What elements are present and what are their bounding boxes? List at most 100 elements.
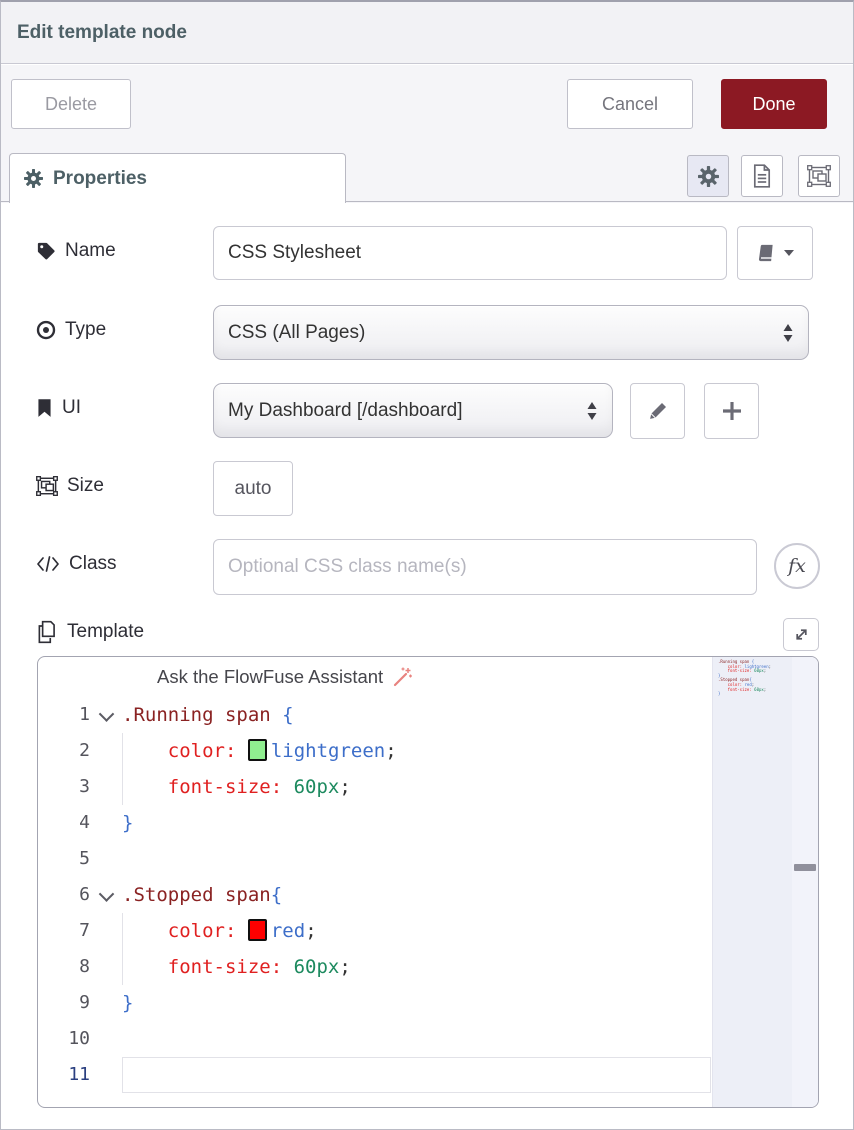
editor-scrollbar[interactable] [792, 657, 818, 1107]
tab-row: Properties [1, 148, 853, 203]
code-icon [36, 556, 60, 572]
indent-guide [122, 733, 123, 805]
type-select-value: CSS (All Pages) [228, 322, 365, 344]
ui-select[interactable]: My Dashboard [/dashboard] [213, 383, 613, 438]
properties-tab-button[interactable] [687, 155, 729, 197]
class-label: Class [36, 553, 117, 575]
type-select[interactable]: CSS (All Pages) [213, 305, 809, 360]
delete-button[interactable]: Delete [11, 79, 131, 129]
name-label: Name [36, 240, 116, 262]
code-text[interactable]: } [122, 805, 711, 841]
assistant-banner[interactable]: Ask the FlowFuse Assistant [38, 657, 818, 697]
color-swatch[interactable] [248, 919, 267, 941]
editor-lines[interactable]: 1.Running span {2 color: lightgreen;3 fo… [38, 697, 818, 1093]
code-text[interactable]: font-size: 60px; [122, 949, 711, 985]
class-input[interactable] [213, 539, 757, 595]
gear-icon [24, 169, 43, 188]
line-number: 5 [38, 841, 90, 877]
code-token: 60px [294, 956, 340, 978]
fold-gutter [90, 733, 122, 769]
code-token: ; [339, 776, 350, 798]
code-token [122, 920, 168, 942]
code-token: lightgreen [271, 740, 385, 762]
code-token: color: [168, 920, 237, 942]
editor-line[interactable]: 5 [38, 841, 818, 877]
editor-line[interactable]: 6.Stopped span{ [38, 877, 818, 913]
editor-minimap[interactable]: .Running span { color: lightgreen; font-… [712, 657, 792, 1107]
code-token: ; [305, 920, 316, 942]
code-token [122, 956, 168, 978]
editor-line[interactable]: 2 color: lightgreen; [38, 733, 818, 769]
book-icon [757, 243, 777, 263]
fold-gutter [90, 985, 122, 1021]
editor-line[interactable]: 7 color: red; [38, 913, 818, 949]
template-code-editor[interactable]: Ask the FlowFuse Assistant 1 .Running spa… [37, 656, 819, 1108]
add-ui-button[interactable] [704, 383, 759, 439]
expand-editor-button[interactable] [783, 618, 819, 651]
code-text[interactable]: color: red; [122, 913, 711, 949]
code-token: .Running span [122, 704, 282, 726]
tab-properties-label: Properties [53, 168, 147, 190]
indent-guide [122, 913, 123, 985]
code-token: ; [385, 740, 396, 762]
magic-wand-icon [391, 666, 413, 688]
code-token: ; [339, 956, 350, 978]
line-number: 2 [38, 733, 90, 769]
pencil-icon [648, 401, 668, 421]
editor-line[interactable]: 3 font-size: 60px; [38, 769, 818, 805]
code-text[interactable]: .Stopped span{ [122, 877, 711, 913]
description-tab-button[interactable] [741, 155, 783, 197]
scrollbar-thumb[interactable] [794, 864, 816, 871]
code-token [282, 776, 293, 798]
code-text[interactable] [122, 841, 711, 877]
editor-line[interactable]: 10 [38, 1021, 818, 1057]
dialog-header: Edit template node [1, 2, 853, 64]
label-options-button[interactable] [737, 226, 813, 280]
tag-icon [36, 241, 56, 261]
fold-chevron-icon[interactable] [90, 697, 122, 733]
appearance-tab-button[interactable] [798, 155, 840, 197]
gear-icon [698, 166, 719, 187]
editor-line[interactable]: 8 font-size: 60px; [38, 949, 818, 985]
code-text[interactable]: font-size: 60px; [122, 769, 711, 805]
plus-icon [723, 402, 741, 420]
code-token [236, 920, 247, 942]
code-text[interactable] [122, 1021, 711, 1057]
edit-ui-button[interactable] [630, 383, 685, 439]
document-icon [752, 164, 772, 188]
fx-button[interactable]: fx [774, 543, 820, 589]
fold-gutter [90, 841, 122, 877]
line-number: 4 [38, 805, 90, 841]
size-label: Size [36, 475, 104, 497]
editor-line[interactable]: 9} [38, 985, 818, 1021]
cancel-button[interactable]: Cancel [567, 79, 693, 129]
color-swatch[interactable] [248, 739, 267, 761]
dot-circle-icon [36, 320, 56, 340]
ui-select-value: My Dashboard [/dashboard] [228, 400, 462, 422]
code-text[interactable] [122, 1057, 711, 1093]
line-number: 10 [38, 1021, 90, 1057]
code-text[interactable]: } [122, 985, 711, 1021]
code-token: font-size: [168, 776, 282, 798]
line-number: 1 [38, 697, 90, 733]
tab-properties[interactable]: Properties [9, 153, 346, 203]
fold-gutter [90, 949, 122, 985]
code-text[interactable]: .Running span { [122, 697, 711, 733]
template-label: Template [36, 620, 144, 644]
code-text[interactable]: color: lightgreen; [122, 733, 711, 769]
object-group-icon [36, 476, 58, 496]
code-token: red [271, 920, 305, 942]
name-input[interactable] [213, 226, 727, 280]
code-token: } [122, 812, 133, 834]
editor-line[interactable]: 4} [38, 805, 818, 841]
object-group-icon [807, 165, 831, 187]
editor-line[interactable]: 1 .Running span { [38, 697, 818, 733]
edit-template-node-dialog: Edit template node Delete Cancel Done Pr… [0, 0, 854, 1130]
select-updown-icon [782, 323, 794, 343]
done-button[interactable]: Done [721, 79, 827, 129]
fold-chevron-icon[interactable] [90, 877, 122, 913]
code-token: { [282, 704, 293, 726]
bookmark-icon [36, 398, 53, 418]
size-button[interactable]: auto [213, 461, 293, 516]
editor-line[interactable]: 11 [38, 1057, 818, 1093]
